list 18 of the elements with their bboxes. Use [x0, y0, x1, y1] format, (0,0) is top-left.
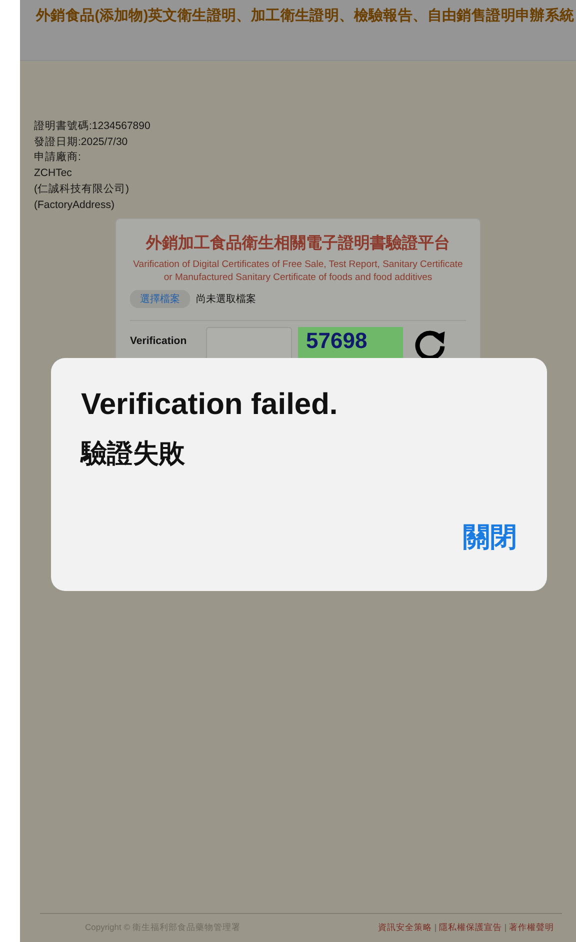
dialog-title: Verification failed. — [81, 388, 339, 422]
verification-label: Verification — [130, 335, 188, 348]
card-title: 外銷加工食品衛生相關電子證明書驗證平台 — [144, 233, 451, 254]
footer-link[interactable]: 隱私權保護宣告 — [439, 922, 502, 934]
close-button[interactable]: 關閉 — [463, 519, 517, 555]
file-status: 尚未選取檔案 — [196, 292, 256, 306]
certificate-info-line: (仁誠科技有限公司) — [34, 182, 130, 197]
certificate-info-line: 申請廠商: — [34, 150, 82, 166]
choose-file-button[interactable]: 選擇檔案 — [130, 290, 190, 308]
footer-link[interactable]: 資訊安全策略 — [378, 922, 432, 934]
certificate-info-line: 證明書號碼:1234567890 — [34, 119, 152, 134]
footer-link[interactable]: 著作權聲明 — [509, 922, 554, 934]
certificate-info-line: ZCHTec — [34, 166, 73, 182]
dialog-message: 驗證失敗 — [81, 437, 186, 470]
certificate-info-line: (FactoryAddress) — [34, 198, 116, 213]
card-subtitle: Varification of Digital Certificates of Free Sale, Test Report, Sanitary Certificate or Manufactured Sanitary Certificate of foods and food additives — [132, 259, 464, 284]
site-title: 外銷食品(添加物)英文衛生證明、加工衛生證明、檢驗報告、自由銷售證明申辦系統 — [34, 6, 576, 25]
certificate-info-line: 發證日期:2025/7/30 — [34, 134, 129, 150]
